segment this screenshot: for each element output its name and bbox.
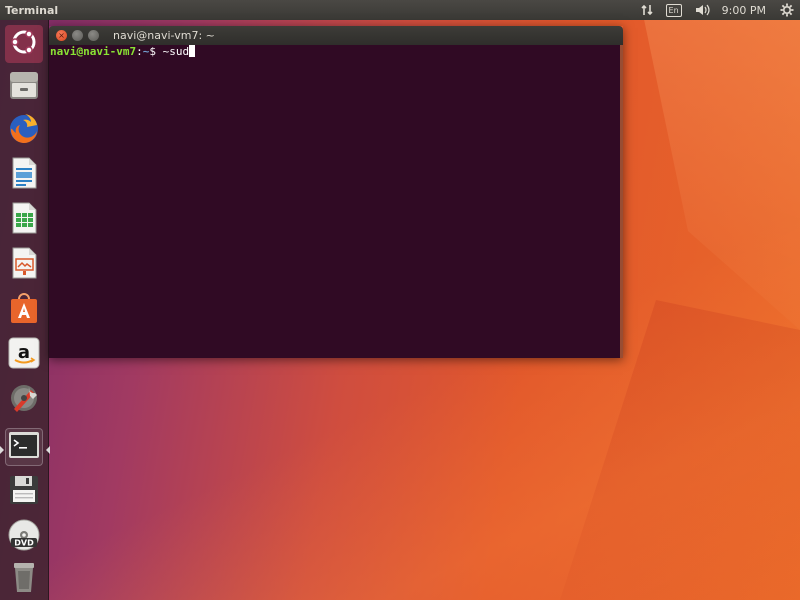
libreoffice-writer-button[interactable] <box>5 156 43 194</box>
amazon-button[interactable]: a <box>5 336 43 374</box>
wallpaper-facet <box>640 0 800 330</box>
terminal-content[interactable]: navi@navi-vm7:~$ ~sud <box>49 45 623 358</box>
maximize-window-button[interactable] <box>88 30 99 41</box>
keyboard-layout-icon[interactable]: En <box>660 0 688 20</box>
clock[interactable]: 9:00 PM <box>716 0 774 20</box>
writer-doc-icon <box>7 156 41 194</box>
text-cursor <box>189 45 196 57</box>
svg-text:a: a <box>18 342 30 363</box>
command-input[interactable]: ~sud <box>163 45 190 58</box>
window-right-edge <box>620 45 623 358</box>
software-bag-icon <box>7 291 41 329</box>
impress-slide-icon <box>7 246 41 284</box>
firefox-icon <box>7 111 41 149</box>
dvd-button[interactable]: DVD <box>5 518 43 556</box>
launcher: a DVD <box>0 20 50 600</box>
terminal-button[interactable] <box>5 428 43 466</box>
system-settings-button[interactable] <box>5 381 43 419</box>
ubuntu-logo-icon <box>7 25 41 63</box>
network-arrows-icon[interactable] <box>634 0 660 20</box>
keyboard-layout-label: En <box>665 3 682 17</box>
firefox-button[interactable] <box>5 111 43 149</box>
prompt-symbol: $ <box>149 45 163 58</box>
command-line[interactable]: navi@navi-vm7:~$ ~sud <box>50 45 196 59</box>
window-title: navi@navi-vm7: ~ <box>113 29 215 42</box>
volume-icon[interactable] <box>688 0 716 20</box>
top-panel: Terminal En 9:00 PM <box>0 0 800 20</box>
close-icon: × <box>58 30 65 40</box>
minimize-window-button[interactable] <box>72 30 83 41</box>
close-window-button[interactable]: × <box>56 30 67 41</box>
libreoffice-calc-button[interactable] <box>5 201 43 239</box>
file-cabinet-icon <box>7 68 41 106</box>
indicator-area: En 9:00 PM <box>634 0 800 20</box>
prompt-separator: : <box>136 45 143 58</box>
trash-button[interactable] <box>5 560 43 598</box>
floppy-button[interactable] <box>5 473 43 511</box>
terminal-icon <box>7 428 41 466</box>
calc-sheet-icon <box>7 201 41 239</box>
settings-gear-icon[interactable] <box>774 0 800 20</box>
focused-indicator <box>46 446 50 454</box>
prompt-user: navi@navi-vm7 <box>50 45 137 58</box>
terminal-titlebar[interactable]: × navi@navi-vm7: ~ <box>49 26 623 45</box>
dvd-disc-icon: DVD <box>7 518 41 556</box>
settings-tools-icon <box>7 381 41 419</box>
files-button[interactable] <box>5 68 43 106</box>
running-indicator <box>0 446 4 454</box>
libreoffice-impress-button[interactable] <box>5 246 43 284</box>
terminal-window[interactable]: × navi@navi-vm7: ~ navi@navi-vm7:~$ ~sud <box>49 26 623 358</box>
ubuntu-dash-button[interactable] <box>5 25 43 63</box>
floppy-disk-icon <box>7 473 41 511</box>
ubuntu-software-button[interactable] <box>5 291 43 329</box>
amazon-icon: a <box>7 336 41 374</box>
active-app-title: Terminal <box>5 3 59 17</box>
dvd-label: DVD <box>14 539 34 548</box>
trash-icon <box>7 560 41 598</box>
